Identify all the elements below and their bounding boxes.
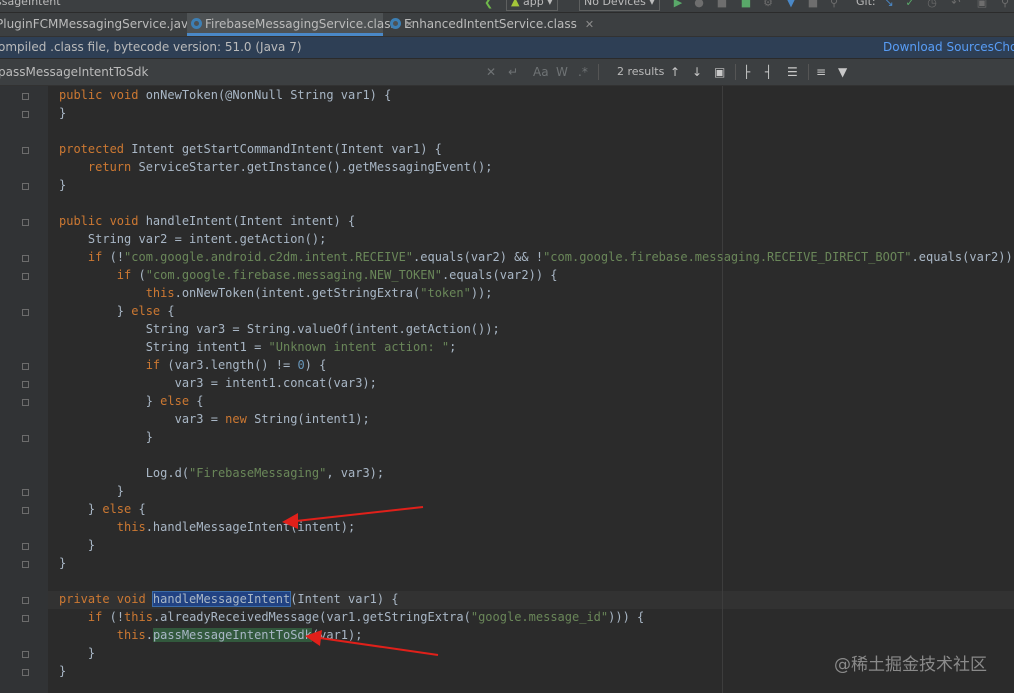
watermark: @稀土掘金技术社区 (834, 655, 987, 675)
annotation-arrows (282, 506, 439, 656)
annotation-arrow-handle-message-intent (282, 506, 424, 529)
annotation-arrow-pass-message-intent (305, 630, 439, 656)
